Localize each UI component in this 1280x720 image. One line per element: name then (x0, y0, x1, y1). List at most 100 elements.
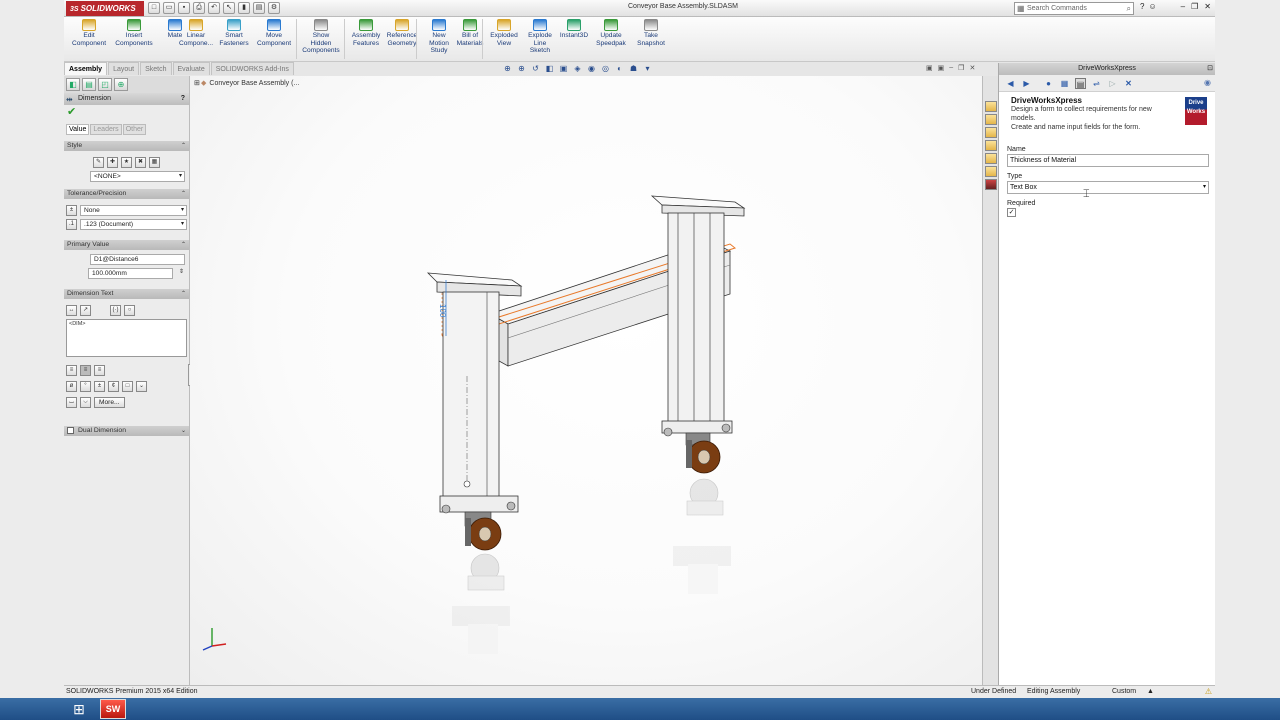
viewport-close-icon[interactable]: ✕ (969, 64, 975, 72)
unit-system[interactable]: Custom (1112, 686, 1136, 698)
dimension-callout[interactable]: 100 (438, 304, 447, 317)
dual-dimension-checkbox[interactable] (67, 427, 74, 434)
graphics-area[interactable]: ⊞◆ Conveyor Base Assembly (... 100 (190, 76, 982, 685)
help-question-icon[interactable]: ? (1140, 2, 1144, 11)
viewport-restore-icon[interactable]: ❐ (958, 64, 964, 72)
rebuild-icon[interactable]: ▮ (238, 2, 250, 14)
assembly-features-button[interactable]: Assembly Features (346, 19, 386, 47)
view-palette-icon[interactable] (985, 140, 997, 151)
style-select[interactable]: <NONE> ▾ (90, 171, 185, 182)
file-properties-icon[interactable]: ▤ (253, 2, 265, 14)
viewport-minimize-icon[interactable]: – (949, 64, 953, 72)
show-hidden-components-button[interactable]: Show Hidden Components (300, 19, 342, 55)
save-icon[interactable]: ▪ (178, 2, 190, 14)
edit-component-button[interactable]: Edit Component (69, 19, 109, 47)
zoom-to-area-icon[interactable]: ⊕ (516, 64, 527, 74)
select-arrow-icon[interactable]: ↖ (223, 2, 235, 14)
previous-view-icon[interactable]: ↺ (530, 64, 541, 74)
dimension-name-field[interactable]: D1@Distance6 (90, 254, 185, 265)
run-icon[interactable]: ▷ (1107, 78, 1118, 89)
symbol-dropdown-icon[interactable]: ⌄ (136, 381, 147, 392)
apply-scene-icon[interactable]: ☗ (628, 64, 639, 74)
smart-fasteners-button[interactable]: Smart Fasteners (214, 19, 254, 47)
close-icon[interactable]: ✕ (1204, 2, 1211, 11)
dimxpert-tab-icon[interactable]: ⊕ (114, 78, 128, 91)
update-style-icon[interactable]: ★ (121, 157, 132, 168)
right-leg[interactable] (650, 195, 746, 474)
dimension-value-field[interactable]: 100.000mm (88, 268, 173, 279)
pm-help-button[interactable]: ? (181, 93, 185, 105)
hide-show-items-icon[interactable]: ◎ (600, 64, 611, 74)
view-orientation-icon[interactable]: ◈ (572, 64, 583, 74)
database-icon[interactable]: ▦ (1059, 78, 1070, 89)
inspection-dimension-icon[interactable]: ○ (124, 305, 135, 316)
tab-other[interactable]: Other (122, 124, 147, 135)
solidworks-logo[interactable]: 3S SOLIDWORKS (66, 1, 144, 16)
diameter-symbol-icon[interactable]: ø (66, 381, 77, 392)
insert-components-button[interactable]: Insert Components (114, 19, 154, 47)
plus-minus-symbol-icon[interactable]: ± (94, 381, 105, 392)
view-settings-icon[interactable]: ▾ (642, 64, 653, 74)
collapse-icon[interactable]: ⌃ (181, 141, 186, 151)
countersink-symbol-icon[interactable]: ⌵ (80, 397, 91, 408)
dynamic-annotation-icon[interactable]: ▣ (558, 64, 569, 74)
propertymanager-tab-icon[interactable]: ▤ (82, 78, 96, 91)
model-view[interactable] (190, 76, 982, 685)
tab-layout[interactable]: Layout (108, 62, 140, 75)
tolerance-type-select[interactable]: None ▾ (80, 205, 187, 216)
degree-symbol-icon[interactable]: ° (80, 381, 91, 392)
tolerance-group-header[interactable]: Tolerance/Precision ⌃ (64, 189, 189, 199)
tab-assembly[interactable]: Assembly (64, 62, 108, 75)
square-symbol-icon[interactable]: □ (122, 381, 133, 392)
info-icon[interactable]: ● (1043, 78, 1054, 89)
precision-select[interactable]: .123 (Document) ▾ (80, 219, 187, 230)
exploded-view-button[interactable]: Exploded View (484, 19, 524, 47)
featuremanager-tab-icon[interactable]: ◧ (66, 78, 80, 91)
forward-icon[interactable]: ▶ (1021, 78, 1032, 89)
zoom-to-fit-icon[interactable]: ⊕ (502, 64, 513, 74)
viewport-tile-icon[interactable]: ▣ (926, 64, 933, 72)
tab-solidworks-add-ins[interactable]: SOLIDWORKS Add-Ins (210, 62, 294, 75)
primary-value-group-header[interactable]: Primary Value ⌃ (64, 240, 189, 250)
collapse-icon[interactable]: ⌃ (181, 240, 186, 250)
search-icon[interactable]: ⌕ (1127, 3, 1131, 14)
tab-sketch[interactable]: Sketch (140, 62, 172, 75)
add-parentheses-icon[interactable]: (·) (110, 305, 121, 316)
more-symbols-button[interactable]: More... (94, 397, 125, 408)
apply-default-style-icon[interactable]: ✎ (93, 157, 104, 168)
dimension-text-group-header[interactable]: Dimension Text ⌃ (64, 289, 189, 299)
add-style-icon[interactable]: ✚ (107, 157, 118, 168)
new-document-icon[interactable]: □ (148, 2, 160, 14)
value-spinner-icon[interactable]: ⇕ (176, 268, 187, 279)
search-commands-input[interactable]: ▦ Search Commands ⌕ (1014, 2, 1134, 15)
justify-center-icon[interactable]: ≡ (80, 365, 91, 376)
design-library-icon[interactable] (985, 114, 997, 125)
move-component-button[interactable]: Move Component (254, 19, 294, 47)
user-icon[interactable]: ☺ (1148, 2, 1156, 11)
pin-icon[interactable]: ⊡ (1207, 63, 1213, 75)
undo-icon[interactable]: ↶ (208, 2, 220, 14)
instant3d-button[interactable]: Instant3D (554, 19, 594, 40)
file-explorer-icon[interactable] (985, 127, 997, 138)
load-style-icon[interactable]: ▦ (149, 157, 160, 168)
leader-position-icon[interactable]: ↗ (80, 305, 91, 316)
collapse-icon[interactable]: ⌃ (181, 289, 186, 299)
style-group-header[interactable]: Style ⌃ (64, 141, 189, 151)
minimize-icon[interactable]: – (1181, 2, 1185, 11)
restore-icon[interactable]: ❐ (1191, 2, 1198, 11)
take-snapshot-button[interactable]: Take Snapshot (631, 19, 671, 47)
expand-icon[interactable]: ⌄ (181, 426, 186, 436)
collapse-icon[interactable]: ⌃ (181, 189, 186, 199)
name-input[interactable]: Thickness of Material (1007, 154, 1209, 167)
close-dw-icon[interactable]: ✕ (1123, 78, 1134, 89)
update-speedpak-button[interactable]: Update Speedpak (591, 19, 631, 47)
windows-start-icon[interactable]: ⊞ (70, 701, 88, 717)
configurationmanager-tab-icon[interactable]: ◰ (98, 78, 112, 91)
display-style-icon[interactable]: ◉ (586, 64, 597, 74)
dw-help-icon[interactable]: ◉ (1204, 78, 1211, 87)
linear-component-pattern-button[interactable]: Linear Compone... (176, 19, 216, 47)
tab-evaluate[interactable]: Evaluate (172, 62, 210, 75)
form-icon[interactable]: ▤ (1075, 77, 1086, 89)
required-checkbox[interactable]: ✓ (1007, 208, 1016, 217)
rules-icon[interactable]: ⇌ (1091, 78, 1102, 89)
